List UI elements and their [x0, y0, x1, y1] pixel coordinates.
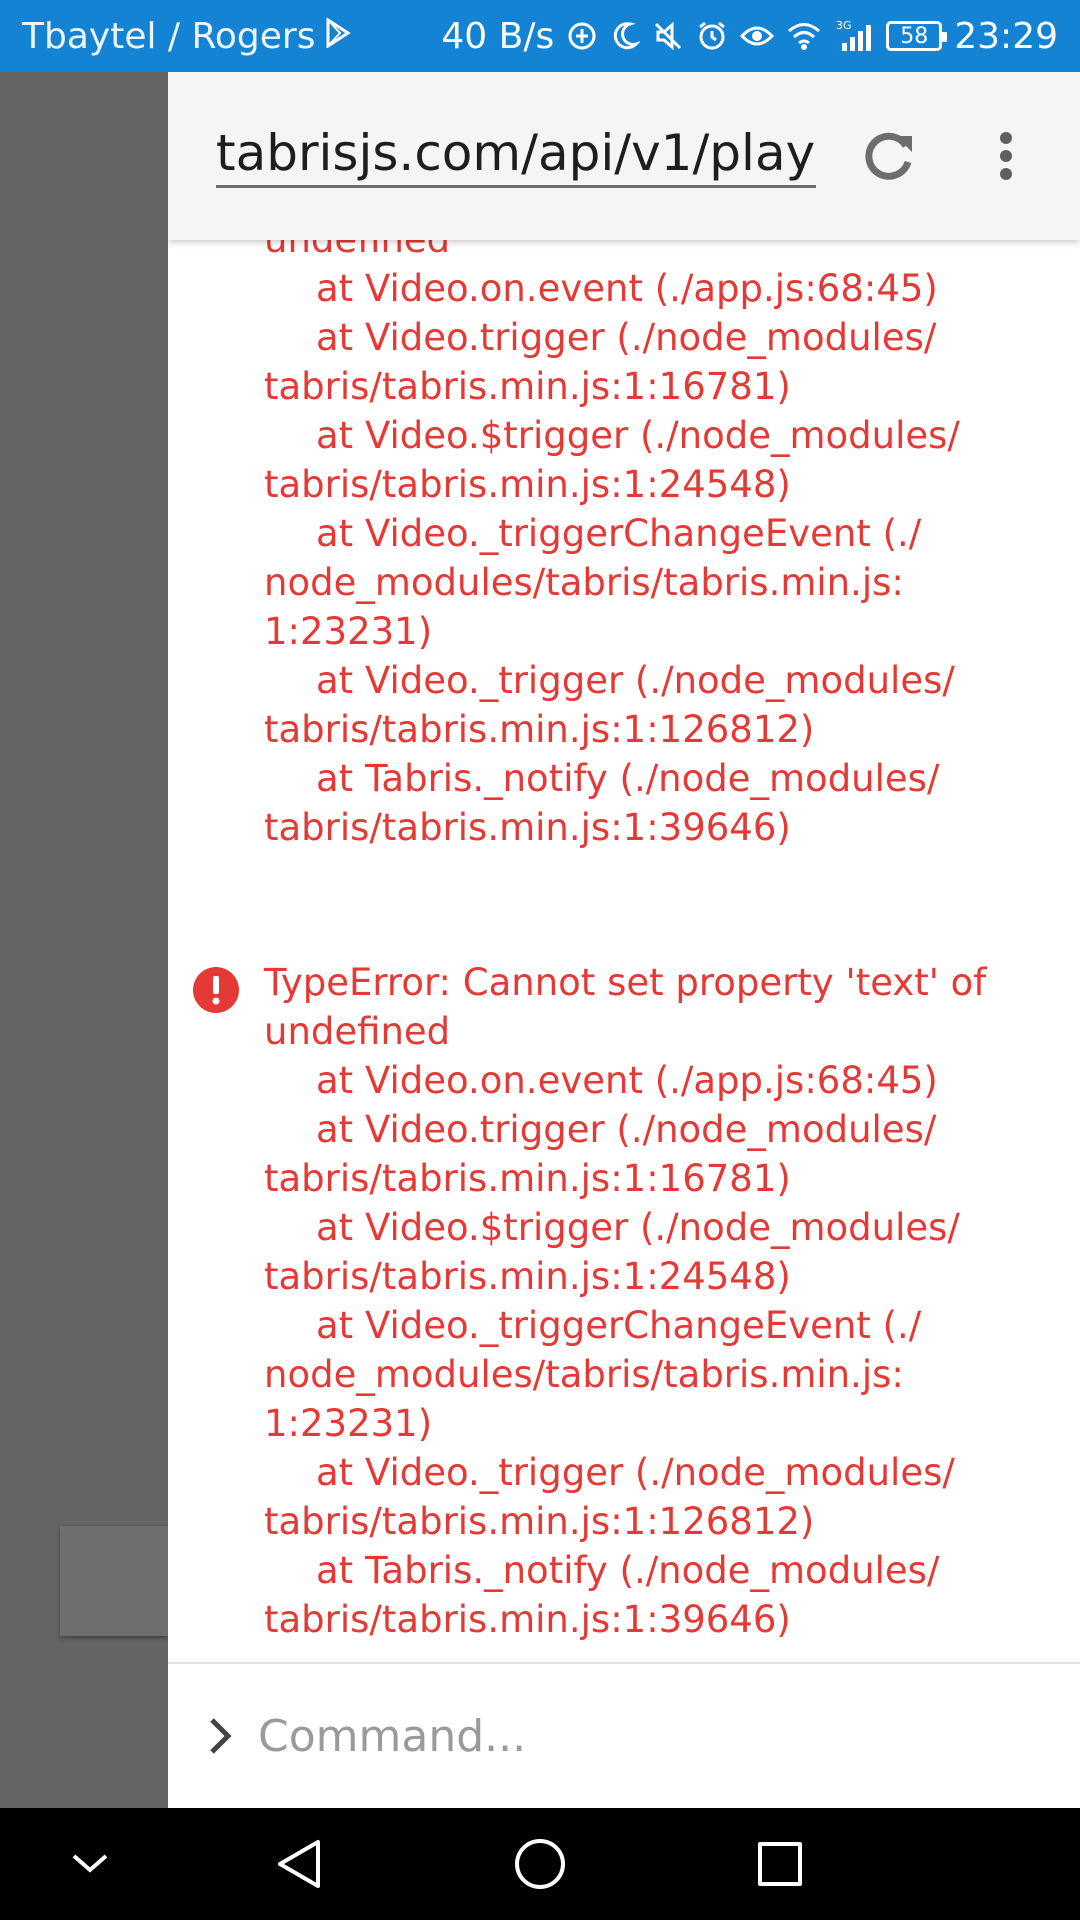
- mute-icon: [652, 20, 684, 52]
- developer-console-drawer: tabrisjs.com/api/v1/playground undefined…: [168, 72, 1080, 1808]
- log-entry-text[interactable]: undefined at Video.on.event (./app.js:68…: [264, 240, 1064, 852]
- log-line: TypeError: Cannot set property 'text' of: [264, 961, 987, 1004]
- log-line: at Video.on.event (./app.js:68:45): [316, 267, 938, 310]
- carrier-label: Tbaytel / Rogers: [22, 15, 316, 57]
- log-line: node_modules/tabris/tabris.min.js:: [264, 561, 904, 604]
- log-line: at Video._triggerChangeEvent (./: [316, 1304, 922, 1347]
- log-line: tabris/tabris.min.js:1:39646): [264, 806, 791, 849]
- more-vert-icon[interactable]: [986, 124, 1026, 188]
- eye-icon: [740, 22, 775, 50]
- url-field[interactable]: tabrisjs.com/api/v1/playground: [216, 124, 816, 188]
- battery-icon: 58: [886, 21, 948, 51]
- log-line: at Video._triggerChangeEvent (./: [316, 512, 922, 555]
- command-bar: [168, 1664, 1080, 1808]
- log-line: undefined: [264, 240, 1064, 264]
- log-line: tabris/tabris.min.js:1:24548): [264, 1255, 791, 1298]
- log-line: tabris/tabris.min.js:1:39646): [264, 1598, 791, 1641]
- log-line: at Tabris._notify (./node_modules/: [316, 1549, 940, 1592]
- data-saver-icon: [566, 20, 598, 52]
- dimmed-background[interactable]: [0, 72, 168, 1808]
- recents-icon[interactable]: [750, 1836, 810, 1892]
- moon-icon: [610, 20, 641, 52]
- log-line: undefined: [264, 1010, 451, 1053]
- console-log[interactable]: undefined at Video.on.event (./app.js:68…: [168, 240, 1080, 1662]
- signal-3g-icon: 3G: [834, 19, 874, 53]
- log-line: node_modules/tabris/tabris.min.js:: [264, 1353, 904, 1396]
- background-card: [60, 1526, 168, 1636]
- log-line: tabris/tabris.min.js:1:16781): [264, 1157, 791, 1200]
- clock: 23:29: [954, 15, 1058, 57]
- error-icon: [192, 966, 240, 1014]
- url-bar: tabrisjs.com/api/v1/playground: [168, 72, 1080, 240]
- wifi-icon: [786, 21, 822, 51]
- log-line: at Video.$trigger (./node_modules/: [316, 1206, 960, 1249]
- reload-icon[interactable]: [858, 124, 922, 188]
- play-store-icon: [325, 16, 352, 57]
- log-line: at Video._trigger (./node_modules/: [316, 1451, 955, 1494]
- chevron-right-icon: [206, 1714, 234, 1758]
- log-line: tabris/tabris.min.js:1:126812): [264, 708, 815, 751]
- command-input[interactable]: [258, 1704, 1038, 1768]
- hide-keyboard-icon[interactable]: [60, 1836, 120, 1892]
- log-line: at Video.on.event (./app.js:68:45): [316, 1059, 938, 1102]
- alarm-icon: [696, 20, 728, 52]
- network-speed: 40 B/s: [441, 15, 555, 57]
- log-line: at Tabris._notify (./node_modules/: [316, 757, 940, 800]
- log-line: tabris/tabris.min.js:1:16781): [264, 365, 791, 408]
- log-line: tabris/tabris.min.js:1:24548): [264, 463, 791, 506]
- back-icon[interactable]: [270, 1836, 330, 1892]
- svg-text:3G: 3G: [836, 19, 852, 32]
- log-line: at Video.trigger (./node_modules/: [316, 316, 937, 359]
- status-bar: Tbaytel / Rogers 40 B/s 3G 58 23:29: [0, 0, 1080, 72]
- status-left: Tbaytel / Rogers: [22, 15, 352, 57]
- log-line: at Video.trigger (./node_modules/: [316, 1108, 937, 1151]
- battery-level: 58: [900, 23, 929, 49]
- log-line: 1:23231): [264, 1402, 433, 1445]
- status-right: 40 B/s 3G 58 23:29: [441, 16, 1058, 57]
- log-entry-text[interactable]: TypeError: Cannot set property 'text' of…: [264, 958, 1064, 1644]
- home-icon[interactable]: [510, 1836, 570, 1892]
- log-line: at Video.$trigger (./node_modules/: [316, 414, 960, 457]
- navigation-bar: [0, 1808, 1080, 1920]
- log-line: 1:23231): [264, 610, 433, 653]
- log-line: at Video._trigger (./node_modules/: [316, 659, 955, 702]
- log-line: tabris/tabris.min.js:1:126812): [264, 1500, 815, 1543]
